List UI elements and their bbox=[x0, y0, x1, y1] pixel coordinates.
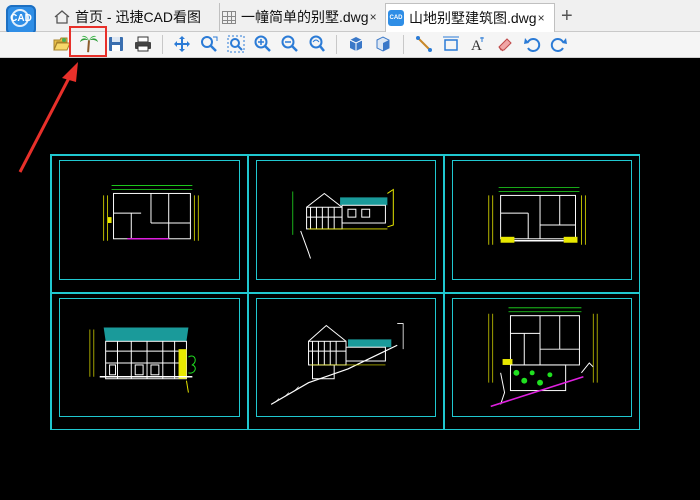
undo-icon[interactable] bbox=[522, 34, 542, 54]
measure-distance-icon[interactable] bbox=[414, 34, 434, 54]
side-elevation-drawing bbox=[292, 188, 394, 259]
app-logo-icon[interactable]: CAD bbox=[6, 5, 36, 35]
grid-icon bbox=[222, 10, 236, 24]
save-icon[interactable] bbox=[106, 34, 126, 54]
zoom-in-icon[interactable] bbox=[253, 34, 273, 54]
cad-file-icon: CAD bbox=[388, 10, 404, 26]
tab-file-mountain-villa[interactable]: CAD 山地别墅建筑图.dwg × bbox=[385, 3, 555, 32]
tab-home-label: 首页 - 迅捷CAD看图 bbox=[75, 9, 201, 25]
drawing-canvas[interactable] bbox=[0, 58, 700, 500]
eraser-icon[interactable] bbox=[495, 34, 515, 54]
tab-file-label: 一幢简单的别墅.dwg bbox=[241, 9, 369, 25]
zoom-extents-icon[interactable] bbox=[226, 34, 246, 54]
floor-plan-drawing bbox=[103, 185, 199, 241]
3d-orbit-icon[interactable] bbox=[373, 34, 393, 54]
front-elevation-drawing bbox=[89, 327, 196, 393]
highlight-box bbox=[69, 26, 107, 57]
measure-area-icon[interactable] bbox=[441, 34, 461, 54]
pan-icon[interactable] bbox=[172, 34, 192, 54]
svg-text:A: A bbox=[471, 38, 482, 53]
zoom-window-icon[interactable] bbox=[199, 34, 219, 54]
sheet-side-elevation-1 bbox=[248, 155, 444, 293]
tab-close-icon[interactable]: × bbox=[538, 11, 545, 25]
sheet-site-plan bbox=[444, 293, 640, 430]
sheet-front-elevation bbox=[51, 293, 248, 430]
new-tab-button[interactable]: + bbox=[561, 3, 573, 29]
redo-icon[interactable] bbox=[549, 34, 569, 54]
sheet-floor-plan-1 bbox=[51, 155, 248, 293]
floor-plan-drawing bbox=[488, 187, 586, 245]
sheet-frame bbox=[50, 154, 640, 430]
sheet-side-elevation-2 bbox=[248, 293, 444, 430]
zoom-previous-icon[interactable] bbox=[307, 34, 327, 54]
print-icon[interactable] bbox=[133, 34, 153, 54]
sheet-floor-plan-2 bbox=[444, 155, 640, 293]
home-icon bbox=[54, 10, 70, 24]
tab-file-villa-simple[interactable]: 一幢简单的别墅.dwg × bbox=[219, 3, 384, 31]
tab-close-icon[interactable]: × bbox=[370, 10, 377, 24]
3d-view-icon[interactable] bbox=[346, 34, 366, 54]
text-icon[interactable]: A bbox=[468, 34, 488, 54]
zoom-out-icon[interactable] bbox=[280, 34, 300, 54]
site-plan-drawing bbox=[488, 307, 598, 408]
tab-file-label: 山地别墅建筑图.dwg bbox=[409, 10, 537, 26]
side-elevation-drawing bbox=[270, 323, 404, 405]
